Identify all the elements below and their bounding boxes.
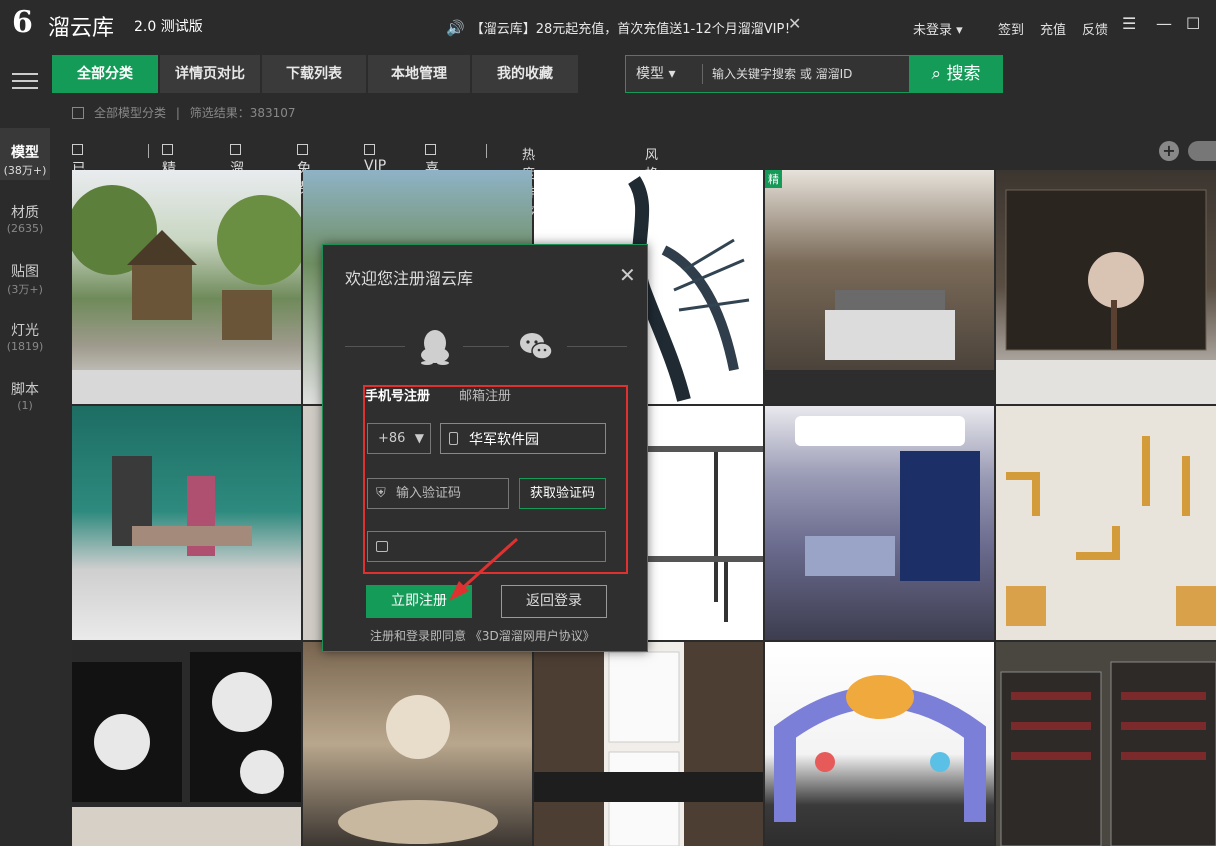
notice-text: 【溜云库】28元起充值，首次充值送1-12个月溜溜VIP！ [470, 22, 798, 37]
hamburger-icon[interactable] [12, 68, 38, 90]
annotation-arrow [449, 537, 519, 601]
verify-code-input[interactable] [394, 481, 506, 506]
verify-code-field: ⛨ [367, 478, 509, 509]
minimize-icon[interactable]: — [1156, 14, 1172, 33]
app-name: 溜云库 [48, 15, 115, 40]
shield-icon: ⛨ [376, 486, 386, 501]
premium-badge: 精 [765, 170, 782, 188]
breadcrumb-root[interactable]: 全部模型分类 [94, 106, 166, 120]
recharge-link[interactable]: 充值 [1040, 19, 1066, 38]
tab-all-categories[interactable]: 全部分类 [52, 55, 158, 93]
thumbnail-image [534, 642, 763, 846]
title-bar: 6 溜云库 2.0 测试版 🔊 【溜云库】28元起充值，首次充值送1-12个月溜溜… [0, 0, 1216, 52]
search-input[interactable] [710, 61, 906, 87]
feedback-link[interactable]: 反馈 [1082, 19, 1108, 38]
grid-icon [72, 107, 84, 119]
get-code-button[interactable]: 获取验证码 [519, 478, 606, 509]
model-thumbnail[interactable]: 精 [765, 170, 994, 404]
sidebar-item-light[interactable]: 灯光 (1819) [0, 320, 50, 353]
model-thumbnail[interactable] [765, 642, 994, 846]
view-toggle[interactable] [1188, 141, 1216, 161]
model-thumbnail[interactable] [765, 406, 994, 640]
caret-down-icon: ▼ [414, 431, 424, 445]
search-type-dropdown[interactable]: 模型 ▾ [636, 56, 675, 92]
tab-favorites[interactable]: 我的收藏 [472, 55, 578, 93]
notice-banner[interactable]: 🔊 【溜云库】28元起充值，首次充值送1-12个月溜溜VIP！ [446, 18, 797, 37]
model-thumbnail[interactable] [996, 170, 1216, 404]
tab-detail-compare[interactable]: 详情页对比 [160, 55, 260, 93]
phone-field [440, 423, 606, 454]
phone-input[interactable] [467, 426, 603, 451]
search-divider [702, 64, 703, 84]
sidebar-item-texture[interactable]: 贴图 (3万+) [0, 261, 50, 297]
search-box: 模型 ▾ ⌕ 搜索 [625, 55, 1003, 93]
tab-local-manage[interactable]: 本地管理 [368, 55, 470, 93]
tab-email-register[interactable]: 邮箱注册 [459, 385, 511, 404]
wechat-icon[interactable] [519, 331, 553, 363]
thumbnail-image [112, 456, 252, 556]
thumbnail-image [338, 695, 498, 844]
maximize-icon[interactable]: ☐ [1186, 14, 1200, 33]
model-thumbnail[interactable] [72, 406, 301, 640]
login-status-dropdown[interactable]: 未登录 ▾ [913, 19, 963, 38]
notice-close-icon[interactable]: ✕ [788, 14, 801, 33]
phone-icon [449, 432, 458, 445]
model-thumbnail[interactable] [996, 642, 1216, 846]
model-thumbnail[interactable] [72, 642, 301, 846]
model-thumbnail[interactable] [72, 170, 301, 404]
search-icon: ⌕ [931, 64, 942, 84]
sidebar-item-model[interactable]: 模型 (38万+) [0, 128, 50, 180]
model-thumbnail[interactable] [303, 642, 532, 846]
thumbnail-image [795, 416, 980, 581]
thumbnail-image [72, 652, 301, 846]
checkin-link[interactable]: 签到 [998, 19, 1024, 38]
sidebar-item-material[interactable]: 材质 (2635) [0, 202, 50, 235]
agreement-text[interactable]: 注册和登录即同意 《3D溜溜网用户协议》 [370, 627, 595, 644]
lock-icon [376, 541, 388, 552]
thumbnail-image [1000, 661, 1216, 846]
close-icon[interactable]: ✕ [619, 263, 636, 287]
tab-phone-register[interactable]: 手机号注册 [365, 385, 430, 404]
speaker-icon: 🔊 [446, 19, 465, 37]
dialog-title: 欢迎您注册溜云库 [345, 269, 474, 288]
model-thumbnail[interactable] [996, 406, 1216, 640]
thumbnail-image [1006, 436, 1216, 626]
thumbnail-image [765, 290, 994, 404]
filter-result-count: 筛选结果：383107 [189, 106, 296, 120]
app-logo: 6 [12, 5, 33, 40]
menu-icon[interactable]: ☰ [1122, 14, 1136, 33]
qq-icon[interactable] [419, 329, 451, 365]
tab-download-list[interactable]: 下载列表 [262, 55, 366, 93]
app-version: 2.0 测试版 [134, 19, 203, 35]
sidebar-item-script[interactable]: 脚本 (1) [0, 379, 50, 412]
breadcrumb: 全部模型分类 | 筛选结果：383107 [72, 104, 296, 121]
register-dialog: 欢迎您注册溜云库 ✕ 手机号注册 邮箱注册 +86 ▼ ⛨ 获取验证码 立即注册… [322, 244, 648, 652]
country-code-select[interactable]: +86 ▼ [367, 423, 431, 454]
thumbnail-image [72, 185, 301, 404]
search-button[interactable]: ⌕ 搜索 [909, 55, 1003, 93]
thumbnail-image [996, 189, 1216, 404]
model-thumbnail[interactable] [534, 642, 763, 846]
add-icon[interactable]: + [1159, 141, 1179, 161]
thumbnail-image [774, 675, 986, 822]
